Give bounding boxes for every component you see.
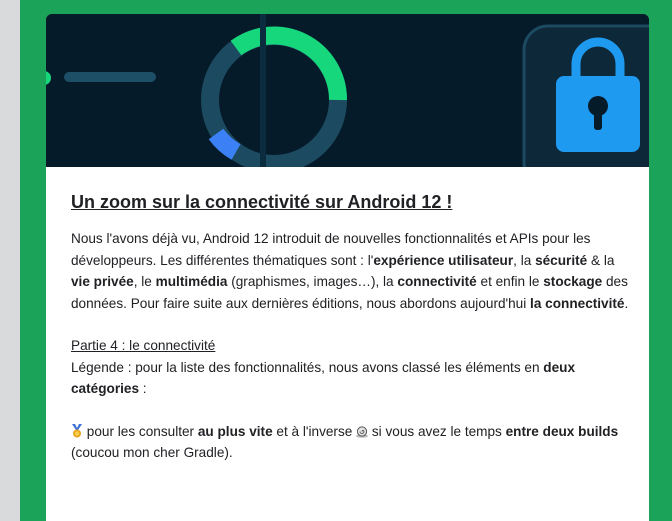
categories-bold-1: au plus vite	[197, 423, 273, 439]
legend-paragraph: Légende : pour la liste des fonctionnali…	[71, 357, 631, 400]
intro-text-6: et enfin le	[476, 274, 544, 289]
categories-text-1: pour les consulter	[83, 423, 198, 439]
article-content: Un zoom sur la connectivité sur Android …	[71, 190, 631, 464]
article-banner	[46, 14, 649, 167]
intro-text-2: , la	[513, 252, 536, 268]
intro-text-8: .	[624, 295, 629, 311]
article-card: Un zoom sur la connectivité sur Android …	[46, 14, 649, 521]
intro-bold-7: la connectivité	[530, 295, 625, 311]
intro-text-3: & la	[587, 252, 615, 268]
categories-paragraph: pour les consulter au plus vite et à l'i…	[71, 421, 631, 464]
legend-text-1: Légende : pour la liste des fonctionnali…	[71, 359, 544, 375]
intro-text-4: , le	[133, 274, 156, 289]
intro-bold-2: sécurité	[535, 252, 588, 268]
part-heading: Partie 4 : le connectivité	[71, 335, 631, 357]
article-title: Un zoom sur la connectivité sur Android …	[71, 192, 453, 212]
intro-bold-3: vie privée	[71, 274, 134, 289]
legend-text-2: :	[139, 381, 147, 396]
intro-paragraph: Nous l'avons déjà vu, Android 12 introdu…	[71, 228, 631, 314]
medal-icon	[72, 423, 82, 437]
intro-text-5: (graphismes, images…), la	[227, 274, 398, 289]
intro-bold-5: connectivité	[397, 274, 477, 289]
intro-bold-4: multimédia	[155, 274, 228, 289]
part-heading-text: Partie 4 : le connectivité	[71, 338, 216, 353]
categories-text-4: (coucou mon cher Gradle).	[71, 445, 233, 460]
banner-illustration	[46, 14, 649, 167]
categories-bold-2: entre deux builds	[505, 423, 619, 439]
snail-icon	[356, 425, 369, 438]
intro-bold-1: expérience utilisateur	[373, 252, 514, 268]
intro-bold-6: stockage	[543, 274, 603, 289]
categories-text-2: et à l'inverse	[272, 423, 357, 439]
categories-text-3: si vous avez le temps	[368, 423, 506, 439]
